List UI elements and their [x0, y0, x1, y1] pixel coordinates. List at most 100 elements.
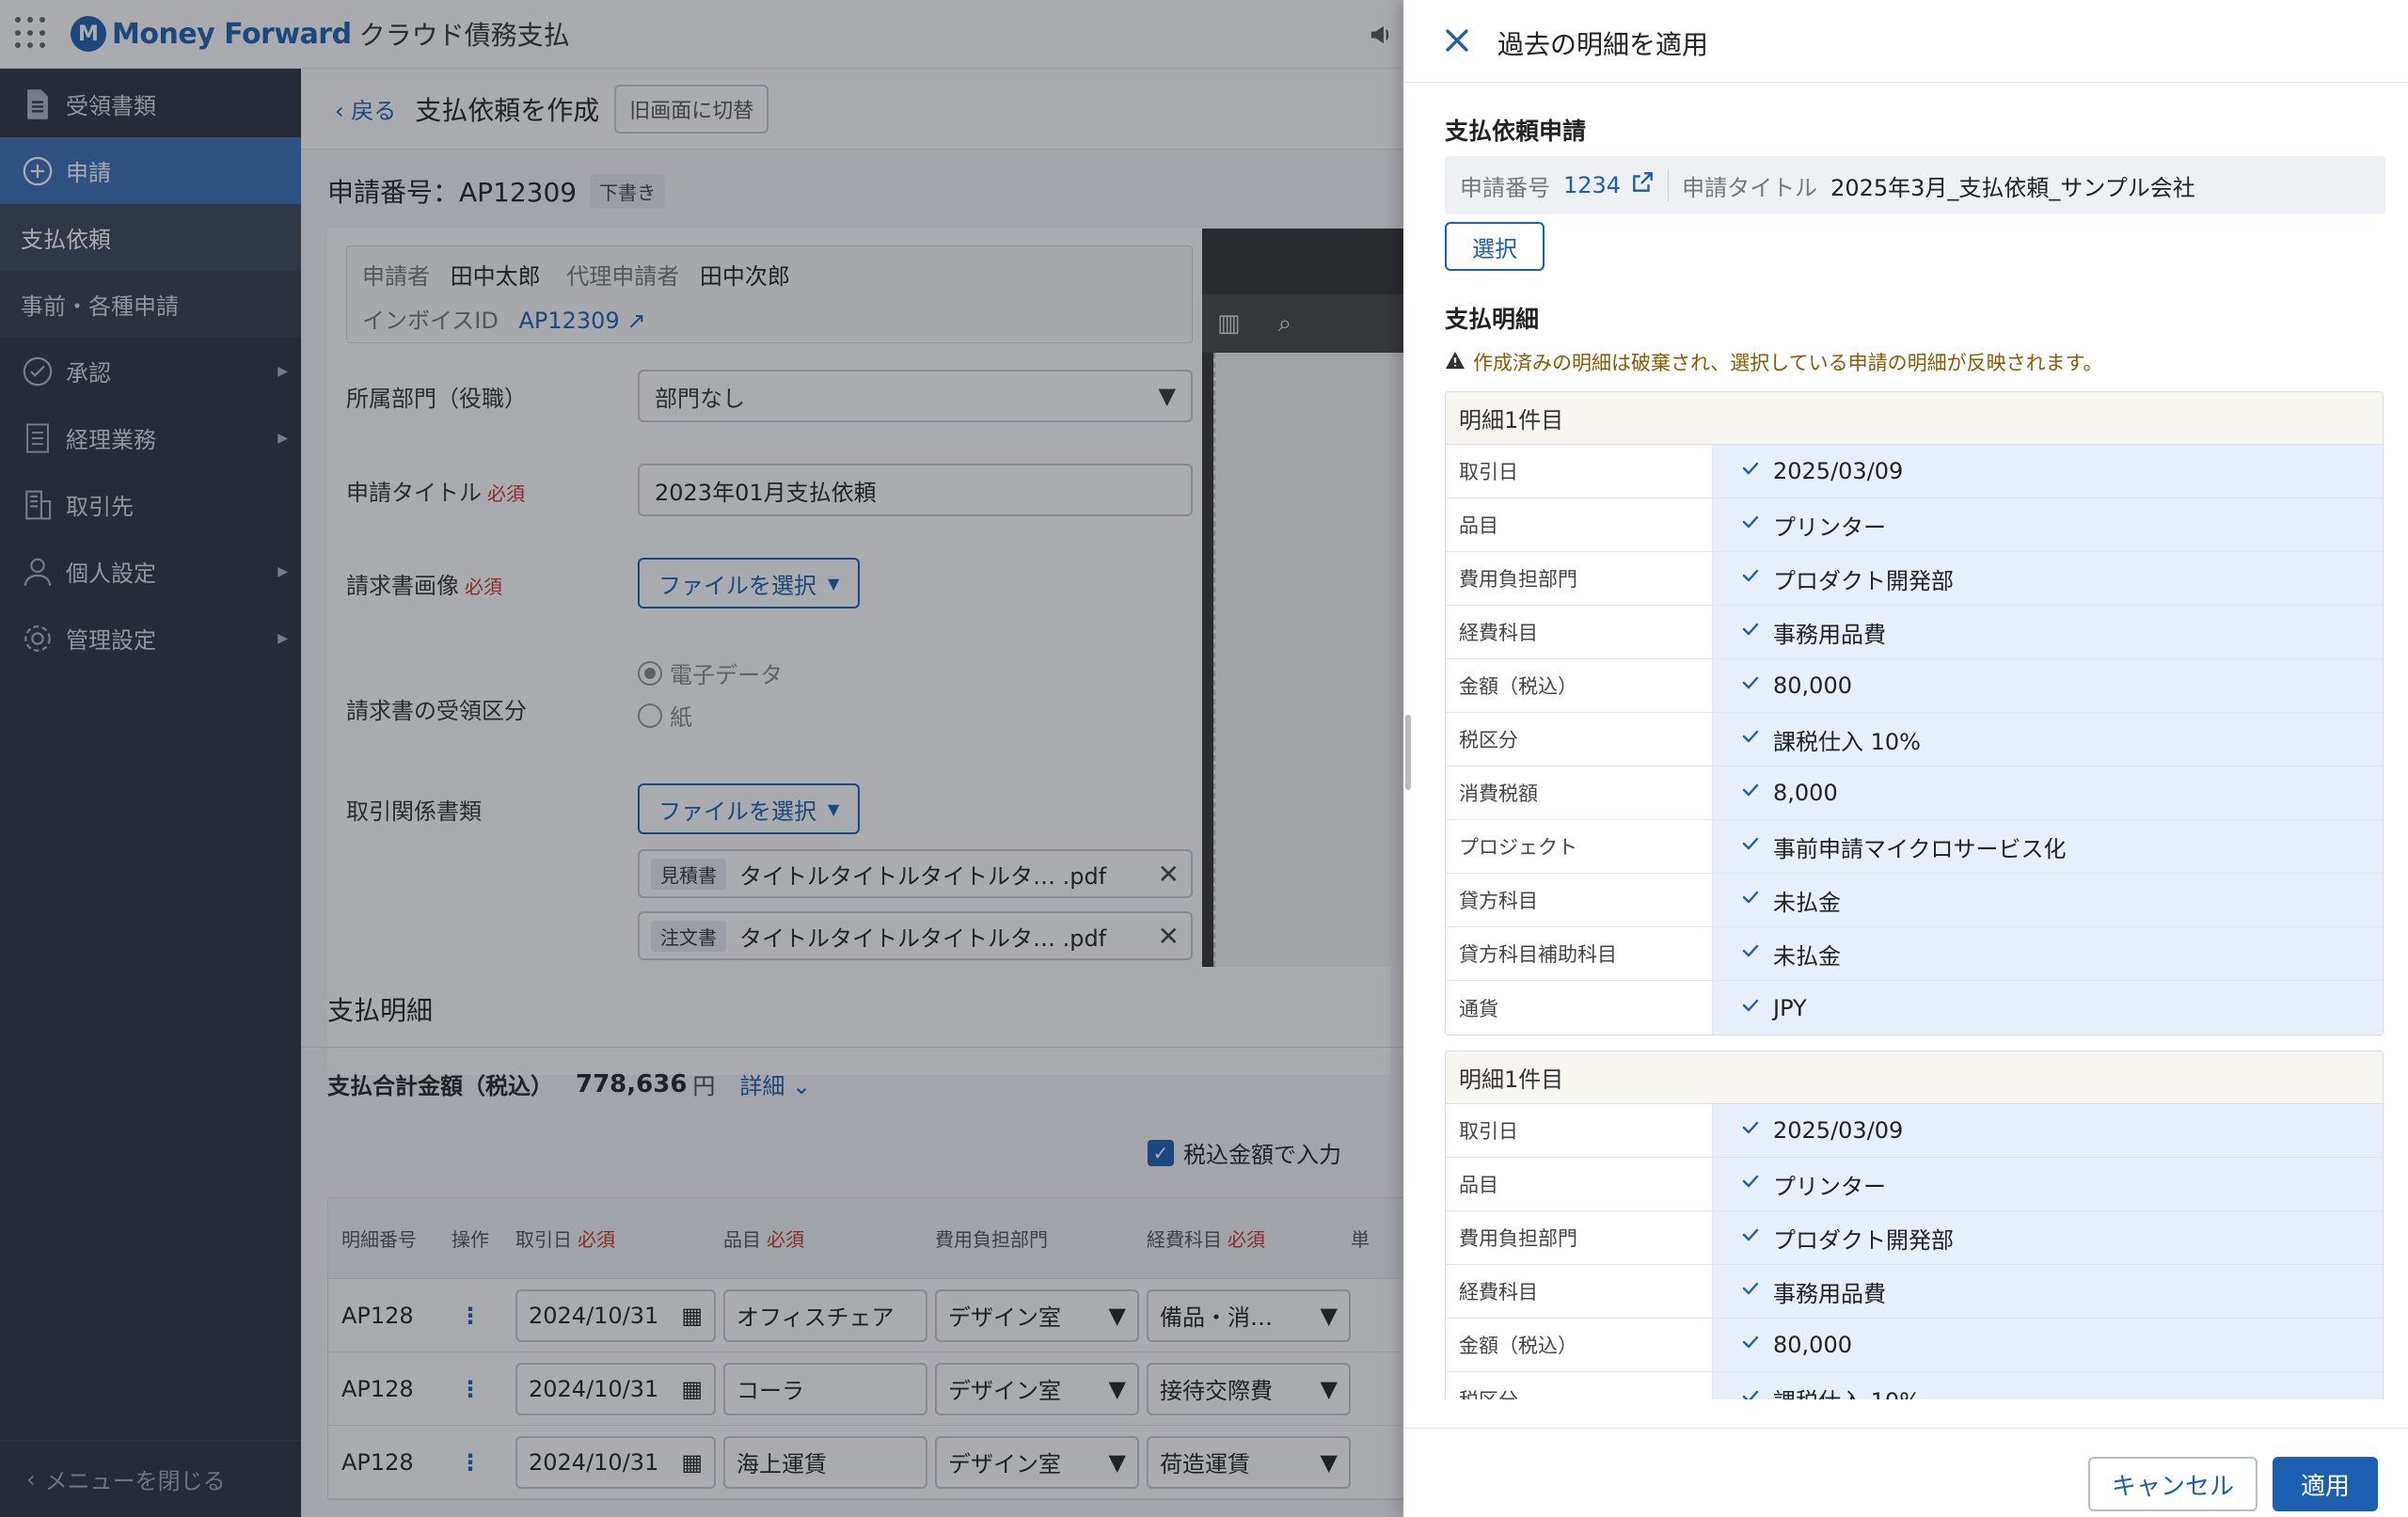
- check-icon: [1739, 832, 1773, 861]
- cancel-button[interactable]: キャンセル: [2088, 1457, 2258, 1511]
- detail-value-text: 課税仕入 10%: [1773, 1383, 1921, 1399]
- detail-value-text: プリンター: [1773, 1173, 1886, 1200]
- detail-row: 消費税額 8,000: [1446, 766, 2383, 820]
- detail-value-text: 未払金: [1773, 942, 1841, 970]
- detail-value: 8,000: [1713, 766, 2383, 819]
- detail-value: プロダクト開発部: [1713, 1211, 2383, 1264]
- apply-button[interactable]: 適用: [2273, 1457, 2378, 1511]
- detail-key: 税区分: [1446, 713, 1713, 766]
- detail-row: 品目 プリンター: [1446, 498, 2383, 552]
- panel-header: 過去の明細を適用: [1403, 0, 2408, 83]
- detail-key: 経費科目: [1446, 606, 1713, 658]
- detail-row: 通貨 JPY: [1446, 981, 2383, 1035]
- detail-value: 事務用品費: [1713, 1265, 2383, 1318]
- check-icon: [1739, 564, 1773, 593]
- detail-value-text: 80,000: [1773, 1332, 1852, 1358]
- warning-icon: [1445, 350, 1465, 375]
- detail-value-text: 2025/03/09: [1773, 458, 1904, 484]
- detail-key: 金額（税込）: [1446, 659, 1713, 712]
- detail-key: プロジェクト: [1446, 820, 1713, 873]
- check-icon: [1739, 1385, 1773, 1399]
- detail-value: 未払金: [1713, 874, 2383, 926]
- detail-row: 品目 プリンター: [1446, 1158, 2383, 1211]
- check-icon: [1739, 886, 1773, 914]
- detail-value-text: 80,000: [1773, 672, 1852, 699]
- detail-row: 取引日 2025/03/09: [1446, 1104, 2383, 1158]
- detail-value: 2025/03/09: [1713, 445, 2383, 498]
- detail-key: 費用負担部門: [1446, 552, 1713, 605]
- detail-value: 課税仕入 10%: [1713, 1372, 2383, 1399]
- close-icon[interactable]: [1441, 24, 1473, 56]
- req-no-label: 申請番号: [1460, 174, 1550, 201]
- detail-value-text: プロダクト開発部: [1773, 1226, 1954, 1254]
- detail-card: 明細1件目 取引日 2025/03/09 品目 プリンター費用負担部門 プロダクト開発部経…: [1445, 1051, 2384, 1399]
- detail-value-text: 未払金: [1773, 889, 1841, 916]
- detail-value-text: 課税仕入 10%: [1773, 728, 1921, 755]
- request-heading: 支払依頼申請: [1445, 118, 1587, 145]
- detail-key: 貸方科目補助科目: [1446, 927, 1713, 980]
- detail-value: 80,000: [1713, 1319, 2383, 1371]
- detail-value-text: 事務用品費: [1773, 1280, 1886, 1307]
- select-request-button[interactable]: 選択: [1445, 222, 1545, 271]
- check-icon: [1739, 618, 1773, 646]
- detail-row: 費用負担部門 プロダクト開発部: [1446, 1211, 2383, 1265]
- detail-key: 経費科目: [1446, 1265, 1713, 1318]
- panel-title: 過去の明細を適用: [1497, 29, 1709, 60]
- check-icon: [1739, 672, 1773, 700]
- check-icon: [1739, 1224, 1773, 1252]
- check-icon: [1739, 725, 1773, 753]
- req-no-link[interactable]: 1234: [1563, 172, 1621, 198]
- detail-card-heading: 明細1件目: [1446, 1051, 2383, 1104]
- detail-row: 金額（税込） 80,000: [1446, 1319, 2383, 1372]
- details-heading: 支払明細: [1445, 306, 1540, 333]
- check-icon: [1739, 457, 1773, 485]
- detail-value-text: プリンター: [1773, 514, 1886, 541]
- req-title-label: 申請タイトル: [1682, 174, 1818, 201]
- detail-row: 経費科目 事務用品費: [1446, 606, 2383, 659]
- detail-key: 金額（税込）: [1446, 1319, 1713, 1371]
- divider: [1668, 169, 1670, 201]
- check-icon: [1739, 940, 1773, 968]
- external-link-icon[interactable]: [1630, 170, 1655, 200]
- detail-key: 消費税額: [1446, 766, 1713, 819]
- detail-row: 貸方科目補助科目 未払金: [1446, 927, 2383, 981]
- detail-value: プロダクト開発部: [1713, 552, 2383, 605]
- details-scroll-area[interactable]: 明細1件目 取引日 2025/03/09 品目 プリンター 費用負担部門 プロダクト開発部経…: [1445, 391, 2385, 1399]
- detail-value-text: 2025/03/09: [1773, 1117, 1904, 1144]
- detail-key: 貸方科目: [1446, 874, 1713, 926]
- detail-key: 税区分: [1446, 1372, 1713, 1399]
- detail-key: 品目: [1446, 498, 1713, 551]
- check-icon: [1739, 1331, 1773, 1359]
- detail-value-text: プロダクト開発部: [1773, 567, 1954, 594]
- detail-row: 金額（税込） 80,000: [1446, 659, 2383, 713]
- selected-request-info: 申請番号 1234 申請タイトル 2025年3月_支払依頼_サンプル会社: [1445, 156, 2385, 214]
- detail-row: 貸方科目 未払金: [1446, 874, 2383, 927]
- detail-key: 取引日: [1446, 1104, 1713, 1157]
- detail-value: プリンター: [1713, 1158, 2383, 1210]
- detail-value: プリンター: [1713, 498, 2383, 551]
- detail-value-text: 事務用品費: [1773, 621, 1886, 648]
- detail-key: 費用負担部門: [1446, 1211, 1713, 1264]
- resize-handle[interactable]: [1405, 715, 1411, 790]
- detail-key: 通貨: [1446, 981, 1713, 1035]
- detail-value: 未払金: [1713, 927, 2383, 980]
- detail-value: 課税仕入 10%: [1713, 713, 2383, 766]
- detail-row: 経費科目 事務用品費: [1446, 1265, 2383, 1319]
- warning-text: 作成済みの明細は破棄され、選択している申請の明細が反映されます。: [1473, 352, 2103, 374]
- detail-card: 明細1件目 取引日 2025/03/09 品目 プリンター費用負担部門 プロダクト開発部経…: [1445, 391, 2384, 1035]
- detail-key: 品目: [1446, 1158, 1713, 1210]
- detail-value-text: 8,000: [1773, 780, 1838, 806]
- detail-key: 取引日: [1446, 445, 1713, 498]
- detail-value-text: 事前申請マイクロサービス化: [1773, 835, 2067, 862]
- detail-row: プロジェクト 事前申請マイクロサービス化: [1446, 820, 2383, 874]
- detail-value: 80,000: [1713, 659, 2383, 712]
- modal-overlay[interactable]: [0, 0, 1420, 1517]
- detail-value: 2025/03/09: [1713, 1104, 2383, 1157]
- detail-value: JPY: [1713, 981, 2383, 1035]
- detail-row: 税区分 課税仕入 10%: [1446, 1372, 2383, 1399]
- detail-card-heading: 明細1件目: [1446, 392, 2383, 445]
- check-icon: [1739, 994, 1773, 1022]
- detail-row: 費用負担部門 プロダクト開発部: [1446, 552, 2383, 606]
- req-title-value: 2025年3月_支払依頼_サンプル会社: [1830, 174, 2195, 201]
- check-icon: [1739, 779, 1773, 807]
